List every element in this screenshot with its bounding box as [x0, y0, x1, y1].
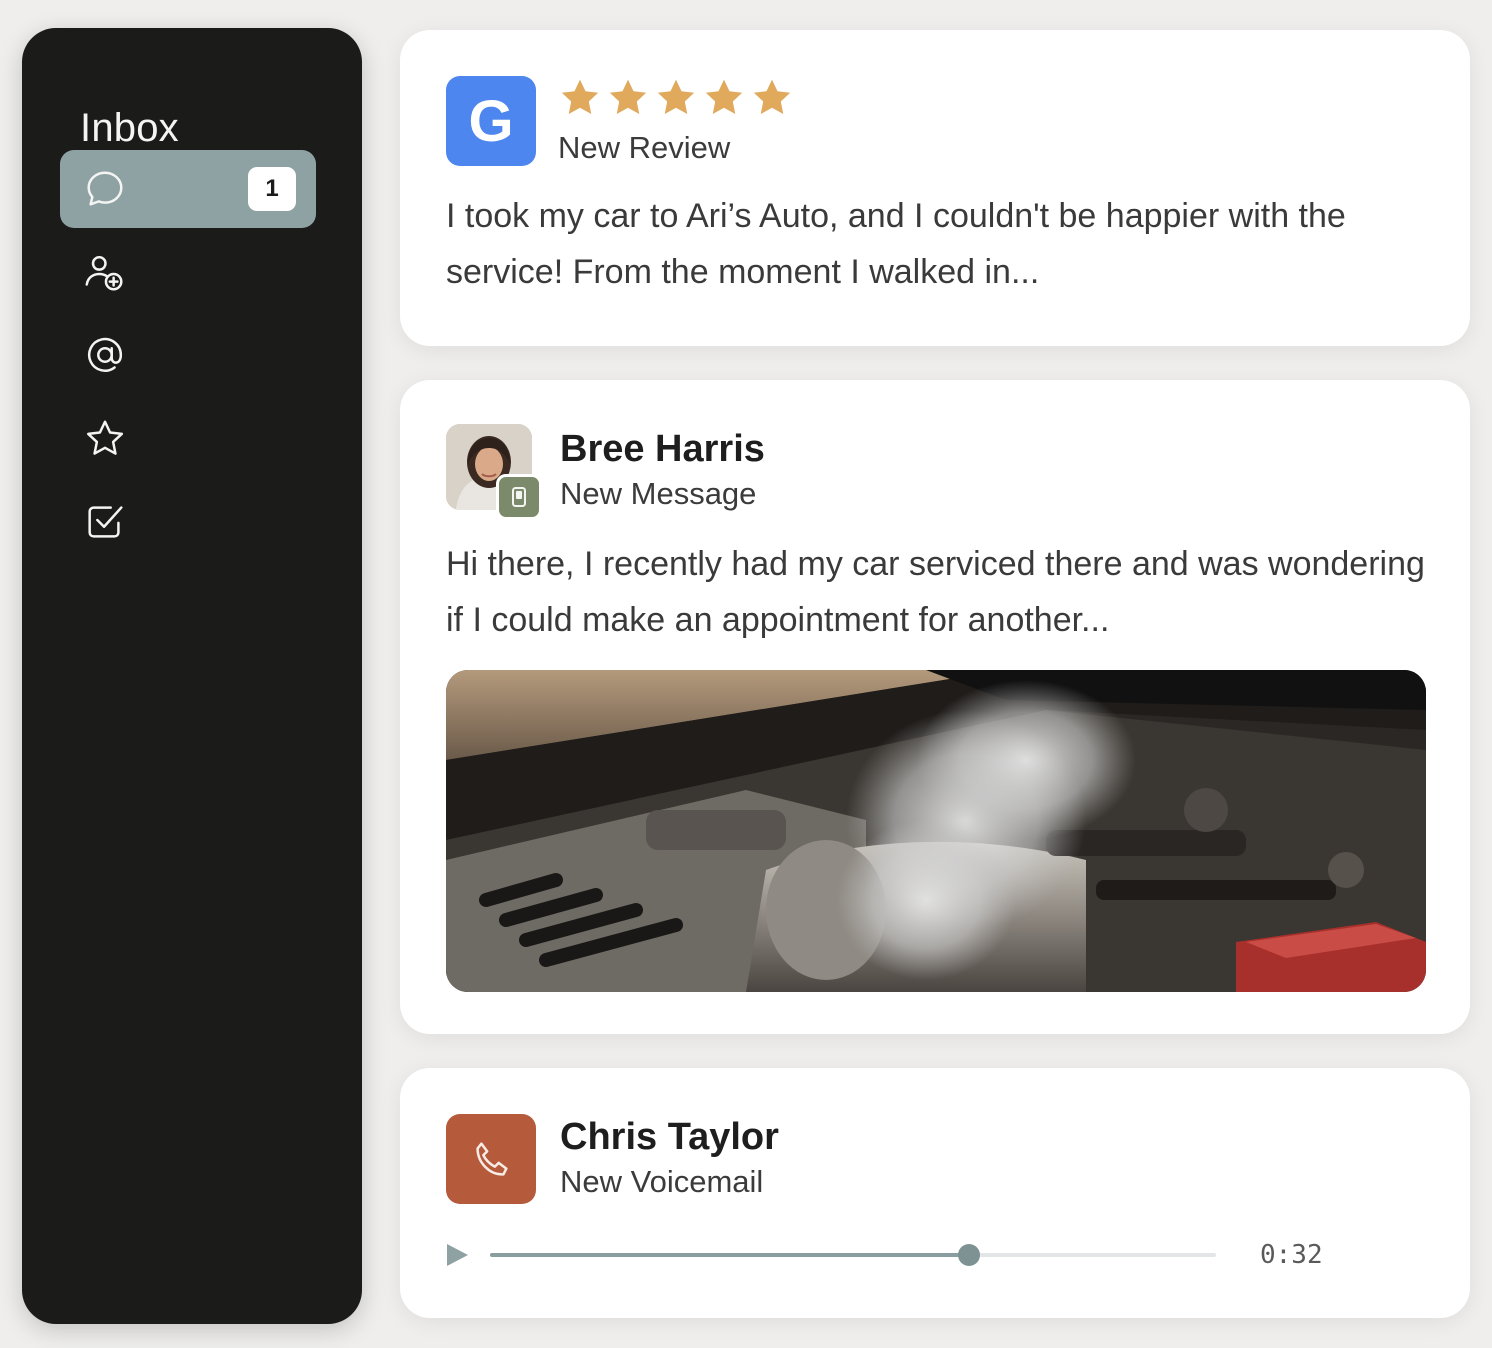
audio-scrubber-handle[interactable] [958, 1244, 981, 1266]
add-contact-icon [85, 255, 123, 291]
audio-progress-fill [490, 1253, 970, 1257]
unread-count-badge: 1 [248, 167, 296, 211]
message-attachment-image[interactable] [446, 670, 1426, 992]
star-icon [86, 420, 124, 455]
sidebar: Inbox 1 [22, 28, 362, 1324]
sms-channel-icon [496, 474, 542, 520]
filled-star-icon [561, 79, 599, 115]
sidebar-item-conversations[interactable]: 1 [60, 150, 316, 228]
audio-progress-track[interactable] [490, 1244, 1216, 1266]
audio-duration: 0:32 [1260, 1240, 1323, 1270]
message-card[interactable]: Bree Harris New Message Hi there, I rece… [400, 380, 1470, 1034]
car-engine-photo [446, 670, 1426, 992]
review-type-label: New Review [558, 130, 731, 165]
checkbox-icon [88, 506, 123, 538]
filled-star-icon [609, 79, 647, 115]
message-text: Hi there, I recently had my car serviced… [446, 545, 1425, 639]
voicemail-caller-name: Chris Taylor [560, 1116, 779, 1158]
filled-star-icon [705, 79, 743, 115]
filled-star-icon [657, 79, 695, 115]
star-rating [558, 76, 794, 120]
play-icon[interactable] [444, 1242, 470, 1268]
filled-star-icon [753, 79, 791, 115]
message-type-label: New Message [560, 476, 757, 511]
sidebar-item-add-contact[interactable] [60, 234, 316, 312]
review-card[interactable]: G New Review I took my car to Ari’s Auto… [400, 30, 1470, 346]
google-logo-icon: G [446, 76, 536, 166]
review-text: I took my car to Ari’s Auto, and I could… [446, 197, 1346, 291]
sidebar-item-mentions[interactable] [60, 316, 316, 394]
voicemail-card[interactable]: Chris Taylor New Voicemail 0:32 [400, 1068, 1470, 1318]
sidebar-item-starred[interactable] [60, 400, 316, 478]
message-sender-name: Bree Harris [560, 428, 765, 470]
sidebar-item-tasks[interactable] [60, 482, 316, 560]
phone-icon [446, 1114, 536, 1204]
voicemail-type-label: New Voicemail [560, 1164, 764, 1199]
voicemail-player: 0:32 [444, 1238, 1344, 1272]
chat-bubble-icon [87, 171, 123, 206]
sidebar-title: Inbox [80, 106, 179, 150]
at-sign-icon [87, 337, 123, 372]
